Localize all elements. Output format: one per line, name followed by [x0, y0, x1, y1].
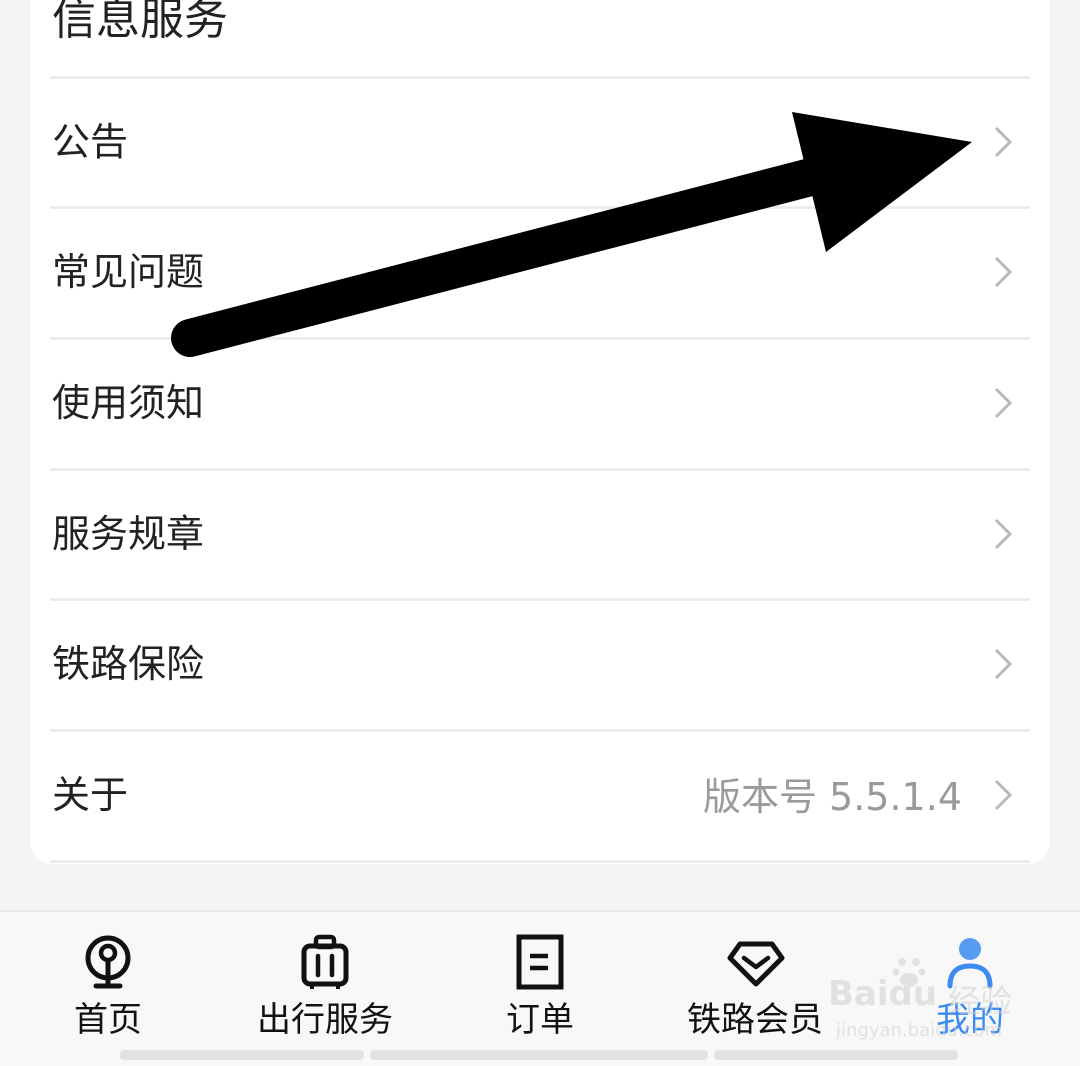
tab-label: 我的 — [936, 1000, 1004, 1040]
menu-item-label: 常见问题 — [52, 250, 205, 294]
tab-label: 铁路会员 — [687, 1000, 823, 1040]
version-number: 版本号 5.5.1.4 — [702, 775, 962, 819]
tab-orders[interactable]: 订单 — [470, 912, 610, 1052]
menu-item-label: 服务规章 — [52, 512, 205, 556]
tab-label: 出行服务 — [257, 1000, 393, 1040]
menu-item-service-rules[interactable]: 服务规章 — [30, 470, 1050, 598]
menu-item-announcement[interactable]: 公告 — [30, 78, 1050, 206]
menu-item-about[interactable]: 关于 版本号 5.5.1.4 — [30, 731, 1050, 859]
menu-item-railway-insurance[interactable]: 铁路保险 — [30, 600, 1050, 728]
chevron-right-icon — [994, 648, 1013, 680]
tab-mine[interactable]: 我的 — [900, 912, 1040, 1052]
home-indicator-segment — [714, 1050, 958, 1060]
menu-item-usage-notice[interactable]: 使用须知 — [30, 339, 1050, 467]
railway-logo-icon — [85, 935, 131, 989]
tab-travel-services[interactable]: 出行服务 — [240, 912, 410, 1052]
menu-item-label: 铁路保险 — [52, 642, 205, 686]
chevron-right-icon — [994, 387, 1013, 419]
chevron-right-icon — [994, 126, 1013, 158]
info-services-card: 信息服务 公告 常见问题 使用须知 服务规章 铁路保险 关于 版本号 5.5.1… — [30, 0, 1050, 864]
menu-item-label: 使用须知 — [52, 381, 205, 425]
tab-label: 订单 — [506, 1000, 574, 1040]
tab-railway-member[interactable]: 铁路会员 — [680, 912, 830, 1052]
luggage-icon — [301, 934, 349, 989]
menu-item-label: 公告 — [52, 120, 129, 164]
tab-home[interactable]: 首页 — [38, 912, 178, 1052]
menu-item-faq[interactable]: 常见问题 — [30, 208, 1050, 336]
menu-item-label: 关于 — [52, 773, 129, 817]
order-document-icon — [516, 934, 564, 990]
chevron-right-icon — [994, 256, 1013, 288]
section-title: 信息服务 — [52, 0, 228, 45]
user-icon — [947, 938, 993, 989]
divider — [50, 860, 1030, 863]
home-indicator-segment — [120, 1050, 364, 1060]
home-indicator-segment — [370, 1050, 708, 1060]
tab-label: 首页 — [74, 1000, 142, 1040]
chevron-right-icon — [994, 518, 1013, 550]
bottom-tab-bar: 首页 出行服务 订单 铁路会员 我的 — [0, 910, 1080, 1066]
diamond-icon — [727, 941, 785, 987]
chevron-right-icon — [994, 779, 1013, 811]
